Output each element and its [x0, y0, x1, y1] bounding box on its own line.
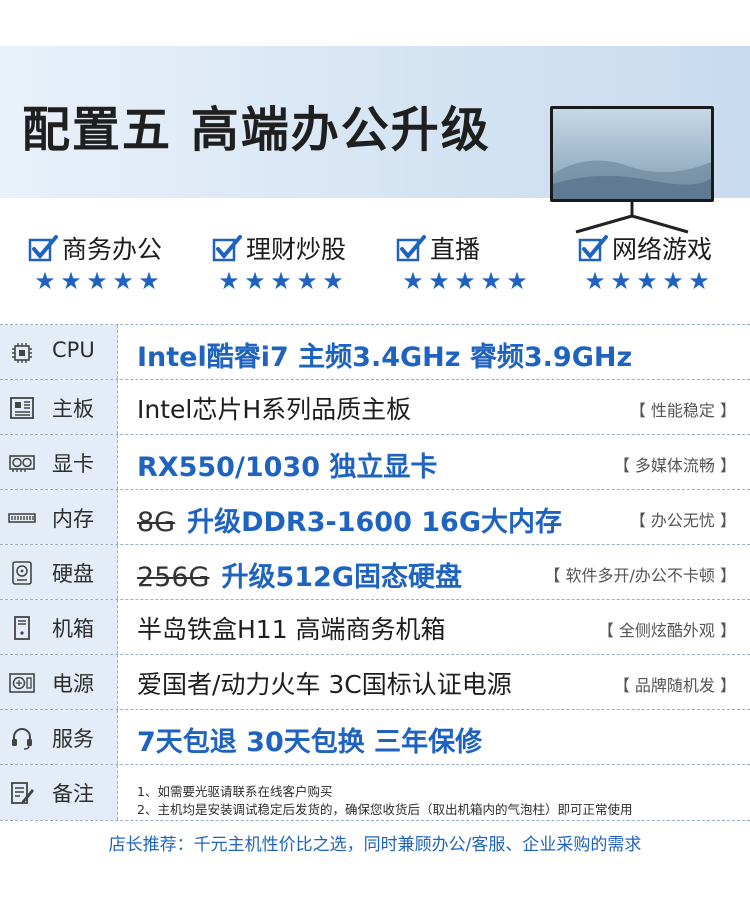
mainboard-icon — [10, 397, 34, 419]
feature-live-streaming: 直播 ★ ★ ★ ★ ★ — [396, 222, 576, 302]
star-rating: ★ ★ ★ ★ ★ — [400, 268, 530, 294]
star-rating: ★ ★ ★ ★ ★ — [582, 268, 712, 294]
spec-label: 硬盘 — [52, 562, 94, 586]
spec-tag: 【 全侧炫酷外观 】 — [597, 621, 736, 640]
spec-label: 内存 — [52, 507, 94, 531]
star-icon: ★ — [662, 267, 684, 295]
spec-value: 升级DDR3-1600 16G大内存 — [187, 507, 562, 538]
star-icon: ★ — [428, 267, 450, 295]
star-icon: ★ — [402, 267, 424, 295]
star-icon: ★ — [218, 267, 240, 295]
spec-row-mainboard: 主板 Intel芯片H系列品质主板 【 性能稳定 】 — [0, 380, 750, 435]
old-value: 8G — [137, 507, 176, 538]
spec-label-cell: 备注 — [0, 765, 118, 820]
header-banner: 配置五 高端办公升级 — [0, 46, 750, 234]
feature-label: 直播 — [430, 235, 481, 264]
star-icon: ★ — [86, 267, 108, 295]
check-icon — [28, 235, 58, 262]
check-icon — [212, 235, 242, 262]
spec-label-cell: 硬盘 — [0, 545, 118, 599]
spec-row-disk: 硬盘 256G 升级512G固态硬盘 【 软件多开/办公不卡顿 】 — [0, 545, 750, 600]
spec-label-cell: 电源 — [0, 655, 118, 709]
top-whitespace — [0, 0, 750, 46]
memory-icon — [8, 513, 36, 523]
star-icon: ★ — [296, 267, 318, 295]
spec-tag: 【 软件多开/办公不卡顿 】 — [544, 566, 736, 585]
feature-online-gaming: 网络游戏 ★ ★ ★ ★ ★ — [578, 222, 750, 302]
spec-label-cell: 机箱 — [0, 600, 118, 654]
spec-label: 服务 — [52, 727, 94, 751]
spec-label-cell: CPU — [0, 325, 118, 379]
spec-label-cell: 服务 — [0, 710, 118, 764]
power-supply-icon — [9, 673, 35, 693]
star-icon: ★ — [506, 267, 528, 295]
star-rating: ★ ★ ★ ★ ★ — [216, 268, 346, 294]
feature-label: 理财炒股 — [246, 235, 347, 264]
spec-label: 备注 — [52, 782, 94, 806]
spec-label-cell: 显卡 — [0, 435, 118, 489]
star-icon: ★ — [244, 267, 266, 295]
star-icon: ★ — [454, 267, 476, 295]
spec-tag: 【 性能稳定 】 — [629, 401, 736, 420]
cpu-icon — [12, 343, 32, 363]
star-icon: ★ — [688, 267, 710, 295]
star-icon: ★ — [34, 267, 56, 295]
spec-row-psu: 电源 爱国者/动力火车 3C国标认证电源 【 品牌随机发 】 — [0, 655, 750, 710]
spec-tag: 【 多媒体流畅 】 — [613, 456, 736, 475]
spec-label-cell: 内存 — [0, 490, 118, 544]
spec-value: 升级512G固态硬盘 — [221, 562, 462, 593]
shop-recommendation: 店长推荐：千元主机性价比之选，同时兼顾办公/客服、企业采购的需求 — [108, 835, 642, 855]
spec-row-case: 机箱 半岛铁盒H11 高端商务机箱 【 全侧炫酷外观 】 — [0, 600, 750, 655]
note-line: 2、主机均是安装调试稳定后发货的，确保您收货后（取出机箱内的气泡柱）即可正常使用 — [137, 802, 633, 817]
spec-row-cpu: CPU Intel酷睿i7 主频3.4GHz 睿频3.9GHz — [0, 325, 750, 380]
spec-row-notes: 备注 1、如需要光驱请联系在线客户购买 2、主机均是安装调试稳定后发货的，确保您… — [0, 765, 750, 821]
spec-row-memory: 内存 8G 升级DDR3-1600 16G大内存 【 办公无忧 】 — [0, 490, 750, 545]
spec-value: Intel芯片H系列品质主板 — [137, 395, 412, 424]
star-icon: ★ — [584, 267, 606, 295]
spec-value-container: 8G 升级DDR3-1600 16G大内存 — [137, 500, 562, 539]
spec-table: CPU Intel酷睿i7 主频3.4GHz 睿频3.9GHz 主板 Intel… — [0, 324, 750, 821]
spec-label: CPU — [52, 338, 95, 362]
hard-disk-icon — [12, 561, 32, 585]
star-icon: ★ — [60, 267, 82, 295]
star-rating: ★ ★ ★ ★ ★ — [32, 268, 162, 294]
feature-finance-trading: 理财炒股 ★ ★ ★ ★ ★ — [212, 222, 392, 302]
spec-label: 电源 — [52, 672, 94, 696]
pc-case-icon — [14, 616, 30, 640]
star-icon: ★ — [480, 267, 502, 295]
star-icon: ★ — [636, 267, 658, 295]
headset-icon — [12, 728, 32, 750]
note-line: 1、如需要光驱请联系在线客户购买 — [137, 784, 333, 799]
old-value: 256G — [137, 562, 210, 593]
star-icon: ★ — [138, 267, 160, 295]
star-icon: ★ — [112, 267, 134, 295]
spec-row-gpu: 显卡 RX550/1030 独立显卡 【 多媒体流畅 】 — [0, 435, 750, 490]
star-icon: ★ — [270, 267, 292, 295]
note-edit-icon — [11, 782, 34, 804]
spec-row-service: 服务 7天包退 30天包换 三年保修 — [0, 710, 750, 765]
spec-value: 半岛铁盒H11 高端商务机箱 — [137, 615, 446, 644]
spec-value: 爱国者/动力火车 3C国标认证电源 — [137, 670, 512, 699]
star-icon: ★ — [322, 267, 344, 295]
spec-label: 主板 — [52, 397, 94, 421]
spec-label: 机箱 — [52, 617, 94, 641]
spec-tag: 【 品牌随机发 】 — [613, 676, 736, 695]
spec-value-container: 256G 升级512G固态硬盘 — [137, 555, 462, 594]
spec-label-cell: 主板 — [0, 380, 118, 434]
star-icon: ★ — [610, 267, 632, 295]
spec-value: 7天包退 30天包换 三年保修 — [137, 727, 483, 758]
spec-value: RX550/1030 独立显卡 — [137, 452, 438, 483]
banner-title: 配置五 高端办公升级 — [22, 102, 491, 158]
spec-value: Intel酷睿i7 主频3.4GHz 睿频3.9GHz — [137, 342, 633, 373]
check-icon — [578, 235, 608, 262]
graphics-card-icon — [9, 455, 35, 472]
use-case-features: 商务办公 ★ ★ ★ ★ ★ 理财炒股 ★ ★ ★ ★ ★ 直播 ★ ★ ★ ★ ★ 网络游戏 ★ ★ ★ ★… — [0, 222, 750, 302]
check-icon — [396, 235, 426, 262]
spec-tag: 【 办公无忧 】 — [629, 511, 736, 530]
monitor-icon — [550, 106, 714, 234]
spec-label: 显卡 — [52, 452, 94, 476]
feature-label: 网络游戏 — [612, 235, 713, 264]
feature-label: 商务办公 — [62, 235, 163, 264]
feature-business-office: 商务办公 ★ ★ ★ ★ ★ — [28, 222, 208, 302]
